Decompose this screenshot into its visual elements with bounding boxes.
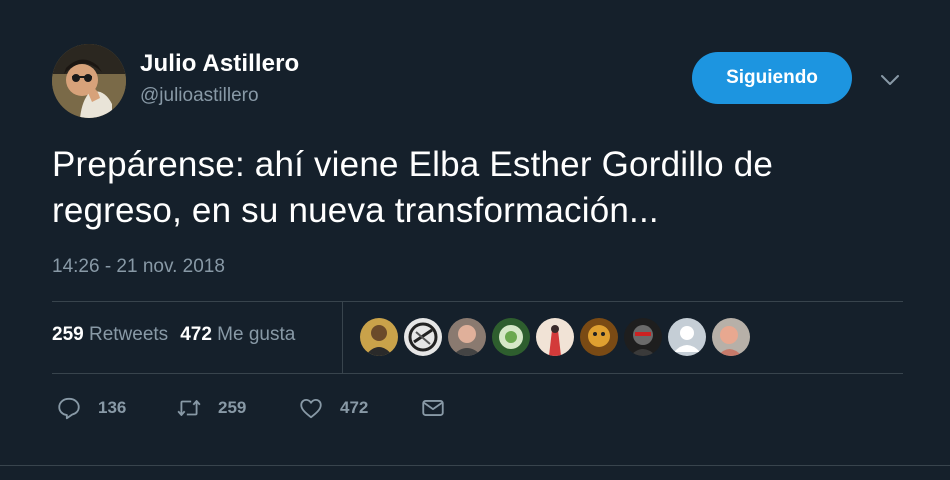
- reply-button[interactable]: 136: [56, 395, 176, 421]
- author-handle[interactable]: @julioastillero: [140, 85, 259, 107]
- avatar-default-icon[interactable]: [668, 318, 706, 356]
- liker-avatar-3[interactable]: [448, 318, 486, 356]
- like-count: 472: [340, 398, 369, 417]
- direct-message-button[interactable]: [420, 395, 446, 421]
- retweets-count: 259: [52, 324, 84, 345]
- divider: [0, 465, 950, 466]
- liker-avatar-2[interactable]: [404, 318, 442, 356]
- reply-count: 136: [98, 398, 127, 417]
- heart-icon: [298, 395, 324, 421]
- retweet-button[interactable]: 259: [176, 395, 298, 421]
- liker-avatar-9[interactable]: [712, 318, 750, 356]
- divider: [52, 301, 903, 302]
- tweet-card: Julio Astillero @julioastillero Siguiend…: [0, 0, 950, 480]
- tweet-text-line-2: regreso, en su nueva transformación...: [52, 191, 659, 230]
- tweet-actions: 136 259 472: [56, 394, 446, 422]
- liker-avatar-7[interactable]: [624, 318, 662, 356]
- tweet-text: Prepárense: ahí viene Elba Esther Gordil…: [52, 142, 922, 234]
- like-button[interactable]: 472: [298, 395, 420, 421]
- divider: [52, 373, 903, 374]
- tweet-stats: 259 Retweets 472 Me gusta: [52, 324, 295, 346]
- chevron-down-icon[interactable]: [878, 68, 902, 92]
- following-button[interactable]: Siguiendo: [692, 52, 852, 104]
- liker-avatar-6[interactable]: [580, 318, 618, 356]
- author-avatar[interactable]: [52, 44, 126, 118]
- likers-avatars: [360, 318, 756, 356]
- retweet-count: 259: [218, 398, 247, 417]
- retweets-label: Retweets: [88, 324, 169, 345]
- envelope-icon: [420, 395, 446, 421]
- retweets-stat[interactable]: 259 Retweets: [52, 324, 168, 345]
- author-display-name[interactable]: Julio Astillero: [140, 50, 299, 78]
- tweet-timestamp[interactable]: 14:26 - 21 nov. 2018: [52, 256, 225, 278]
- retweet-icon: [176, 395, 202, 421]
- likes-count: 472: [180, 324, 212, 345]
- liker-avatar-4[interactable]: [492, 318, 530, 356]
- reply-icon: [56, 395, 82, 421]
- liker-avatar-1[interactable]: [360, 318, 398, 356]
- likes-label: Me gusta: [217, 324, 296, 345]
- liker-avatar-5[interactable]: [536, 318, 574, 356]
- likes-stat[interactable]: 472 Me gusta: [180, 324, 295, 345]
- tweet-text-line-1: Prepárense: ahí viene Elba Esther Gordil…: [52, 145, 774, 184]
- author-avatar-image: [52, 44, 126, 118]
- stats-divider: [342, 301, 343, 373]
